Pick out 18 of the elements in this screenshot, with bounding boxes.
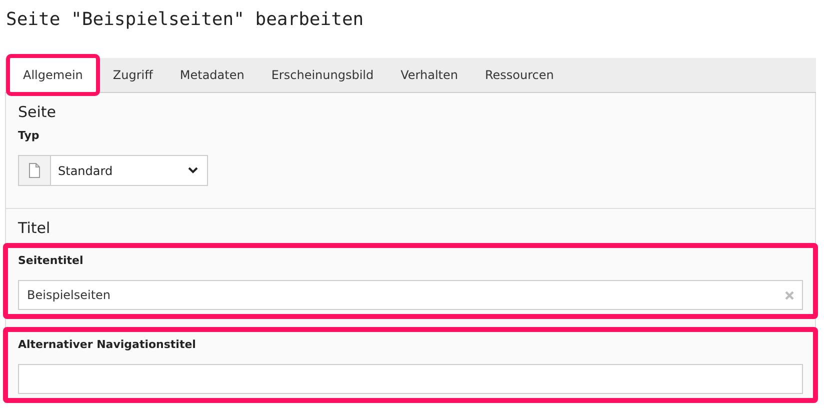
- tab[interactable]: Zugriff: [100, 58, 166, 92]
- tab[interactable]: Ressourcen: [472, 58, 567, 92]
- field-label: Seitentitel: [18, 254, 84, 267]
- chevron-down-icon: [188, 167, 198, 174]
- text-field[interactable]: [18, 364, 803, 394]
- field-label: Typ: [18, 129, 40, 142]
- page-title: Seite "Beispielseiten" bearbeiten: [5, 8, 365, 32]
- clear-icon[interactable]: [785, 290, 794, 300]
- tab[interactable]: Allgemein: [7, 55, 99, 95]
- page-icon: [29, 163, 40, 178]
- text-field[interactable]: Beispielseiten: [18, 280, 803, 310]
- section-title: Seite: [17, 103, 58, 121]
- section-title: Titel: [17, 219, 52, 237]
- tab[interactable]: Verhalten: [388, 58, 471, 92]
- tab[interactable]: Erscheinungsbild: [258, 58, 387, 92]
- tab[interactable]: Metadaten: [166, 58, 258, 92]
- type-select[interactable]: Standard: [18, 155, 208, 186]
- field-label: Alternativer Navigationstitel: [18, 338, 197, 351]
